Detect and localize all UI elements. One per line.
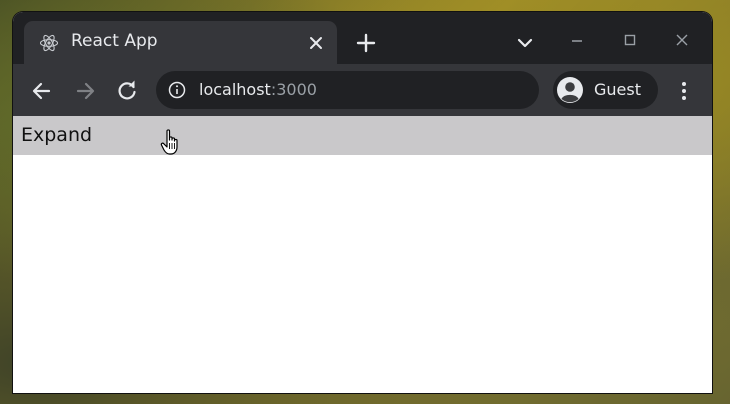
- hand-pointer-icon: [160, 129, 178, 155]
- close-window-icon[interactable]: [671, 29, 693, 51]
- expand-label: Expand: [21, 124, 93, 146]
- url-text: localhost:3000: [199, 80, 317, 99]
- url-host: localhost: [199, 80, 271, 99]
- profile-button[interactable]: Guest: [553, 71, 658, 109]
- url-port: :3000: [270, 80, 317, 99]
- tab-title: React App: [71, 31, 158, 51]
- kebab-menu-icon[interactable]: [674, 78, 694, 104]
- close-icon[interactable]: [305, 32, 327, 54]
- info-icon[interactable]: [168, 81, 186, 99]
- minimize-icon[interactable]: [566, 29, 588, 51]
- chevron-down-icon[interactable]: [515, 33, 535, 53]
- address-bar[interactable]: localhost:3000: [156, 71, 539, 109]
- plus-icon[interactable]: [353, 30, 379, 56]
- reload-icon[interactable]: [114, 78, 140, 104]
- page-content: Expand: [13, 116, 712, 393]
- expand-button[interactable]: Expand: [13, 116, 712, 155]
- arrow-left-icon[interactable]: [29, 78, 55, 104]
- profile-name: Guest: [594, 80, 641, 99]
- maximize-icon[interactable]: [619, 29, 641, 51]
- avatar-icon: [557, 77, 583, 103]
- arrow-right-icon[interactable]: [72, 78, 98, 104]
- react-atom-icon: [39, 34, 59, 52]
- browser-window: React App localhost:3000 Guest Expand: [13, 12, 712, 393]
- browser-toolbar: localhost:3000 Guest: [13, 64, 712, 116]
- title-bar: React App: [13, 12, 712, 64]
- tab-react-app[interactable]: React App: [24, 21, 337, 64]
